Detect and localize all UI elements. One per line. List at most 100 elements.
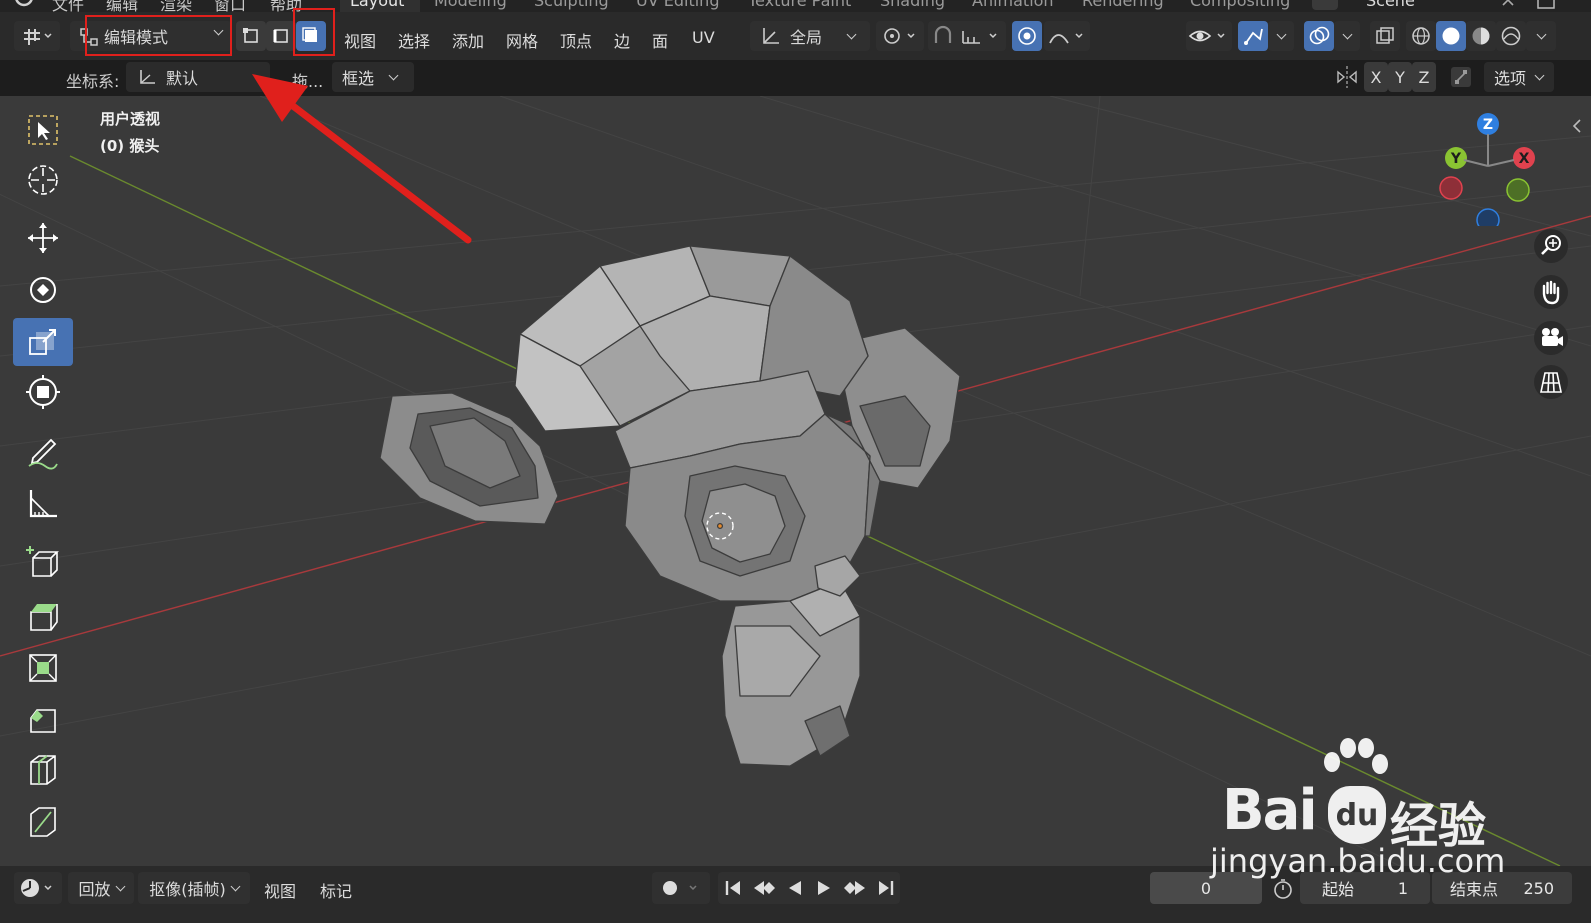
falloff-button[interactable] (1044, 21, 1090, 51)
shading-material-button[interactable] (1466, 21, 1496, 51)
end-value: 250 (1523, 878, 1554, 898)
hand-icon (1534, 275, 1568, 309)
tool-bevel[interactable] (13, 696, 73, 744)
tool-knife[interactable] (13, 798, 73, 846)
viewport-header: 编辑模式 视图 选择 添加 网格 顶点 边 面 UV 全局 (0, 8, 1591, 60)
tool-annotate[interactable] (13, 428, 73, 476)
vertex-select-icon (243, 28, 258, 43)
timeline-marker-menu[interactable]: 标记 (320, 878, 352, 902)
mirror-y-toggle[interactable]: Y (1388, 62, 1412, 92)
tool-cursor[interactable] (13, 156, 73, 204)
tool-inset[interactable] (13, 644, 73, 692)
tool-add-cube[interactable] (13, 538, 73, 586)
material-sphere-icon (1472, 27, 1490, 45)
mirror-z-toggle[interactable]: Z (1412, 62, 1436, 92)
pivot-icon (884, 28, 915, 44)
scene-close-icon[interactable] (1500, 0, 1516, 12)
gizmo-z-label: Z (1483, 117, 1493, 133)
tab-modeling[interactable]: Modeling (434, 0, 507, 10)
shading-dropdown[interactable] (1526, 21, 1556, 51)
tab-layout[interactable]: Layout (350, 0, 404, 10)
tool-scale[interactable] (13, 318, 73, 366)
jump-start-icon[interactable] (723, 878, 743, 898)
mirror-x-toggle[interactable]: X (1364, 62, 1388, 92)
menu-file[interactable]: 文件 (52, 0, 84, 12)
menu-vertex[interactable]: 顶点 (560, 28, 592, 52)
auto-merge-icon[interactable] (1448, 64, 1474, 94)
keying-dropdown[interactable]: 抠像(插帧) (138, 872, 250, 904)
tool-loop-cut[interactable] (13, 746, 73, 794)
jump-end-icon[interactable] (876, 878, 896, 898)
visibility-button[interactable] (1186, 21, 1232, 51)
chevron-down-icon (1276, 29, 1286, 39)
menu-window[interactable]: 窗口 (214, 0, 246, 12)
tab-animation[interactable]: Animation (972, 0, 1054, 10)
tab-rendering[interactable]: Rendering (1082, 0, 1164, 10)
add-cube-icon (26, 546, 59, 577)
tab-shading[interactable]: Shading (880, 0, 945, 10)
tool-rotate[interactable] (13, 266, 73, 314)
scene-name[interactable]: Scene (1366, 0, 1415, 10)
watermark-brand: Bai (1222, 778, 1318, 843)
tab-compositing[interactable]: Compositing (1190, 0, 1290, 10)
prev-keyframe-icon[interactable] (752, 878, 776, 898)
menu-select[interactable]: 选择 (398, 28, 430, 52)
transform-orientation-dropdown[interactable]: 全局 (750, 21, 870, 51)
gizmo-x-label: X (1519, 151, 1530, 167)
xray-button[interactable] (1370, 21, 1400, 51)
tab-texture-paint[interactable]: Texture Paint (748, 0, 851, 10)
tool-move[interactable] (13, 214, 73, 262)
view-layer-icon[interactable] (1536, 0, 1556, 12)
edge-select-icon (273, 29, 288, 43)
proportional-edit-button[interactable] (1012, 21, 1042, 51)
menu-add[interactable]: 添加 (452, 28, 484, 52)
menu-edge[interactable]: 边 (614, 28, 630, 52)
playback-dropdown[interactable]: 回放 (68, 872, 134, 904)
gizmo-dropdown[interactable] (1268, 21, 1294, 51)
menu-uv[interactable]: UV (692, 28, 715, 47)
zoom-button[interactable] (1528, 226, 1574, 266)
menu-render[interactable]: 渲染 (160, 0, 192, 12)
shading-solid-button[interactable] (1436, 21, 1466, 51)
tab-sculpting[interactable]: Sculpting (534, 0, 609, 10)
shading-rendered-button[interactable] (1496, 21, 1526, 51)
annotation-box-face-select (293, 8, 335, 56)
options-dropdown[interactable]: 选项 (1484, 62, 1554, 92)
vertex-select-button[interactable] (236, 21, 266, 51)
mirror-icon[interactable] (1334, 64, 1360, 94)
menu-edit[interactable]: 编辑 (106, 0, 138, 12)
editor-type-timeline-button[interactable] (14, 872, 62, 904)
gizmo-toggle-button[interactable] (1238, 21, 1268, 51)
play-reverse-icon[interactable] (785, 878, 805, 898)
shading-wireframe-button[interactable] (1406, 21, 1436, 51)
play-icon[interactable] (814, 878, 834, 898)
tool-select-box[interactable] (13, 106, 73, 154)
overlays-dropdown[interactable] (1334, 21, 1360, 51)
coord-axes-icon (140, 70, 155, 84)
sidebar-toggle-icon[interactable] (1570, 116, 1584, 140)
chevron-down-icon (115, 881, 125, 891)
scene-icon[interactable] (1310, 0, 1340, 12)
menu-mesh[interactable]: 网格 (506, 28, 538, 52)
ortho-toggle-button[interactable] (1528, 362, 1574, 402)
solid-sphere-icon (1442, 27, 1460, 45)
navigation-gizmo[interactable]: Z Y X (1436, 106, 1546, 226)
tool-measure[interactable] (13, 480, 73, 528)
next-keyframe-icon[interactable] (843, 878, 867, 898)
blender-logo-icon[interactable] (10, 0, 38, 12)
edge-select-button[interactable] (266, 21, 296, 51)
pivot-point-button[interactable] (876, 21, 924, 51)
tool-transform[interactable] (13, 368, 73, 416)
coord-system-value: 默认 (166, 69, 199, 88)
pan-button[interactable] (1528, 272, 1574, 312)
overlays-toggle-button[interactable] (1304, 21, 1334, 51)
timeline-view-menu[interactable]: 视图 (264, 878, 296, 902)
autokey-button[interactable] (652, 872, 710, 904)
tab-uv-editing[interactable]: UV Editing (636, 0, 719, 10)
camera-view-button[interactable] (1528, 318, 1574, 358)
tool-extrude[interactable] (13, 592, 73, 640)
editor-type-button[interactable] (14, 21, 60, 51)
menu-view[interactable]: 视图 (344, 28, 376, 52)
snapping-button[interactable] (928, 21, 1006, 51)
menu-face[interactable]: 面 (652, 28, 668, 52)
